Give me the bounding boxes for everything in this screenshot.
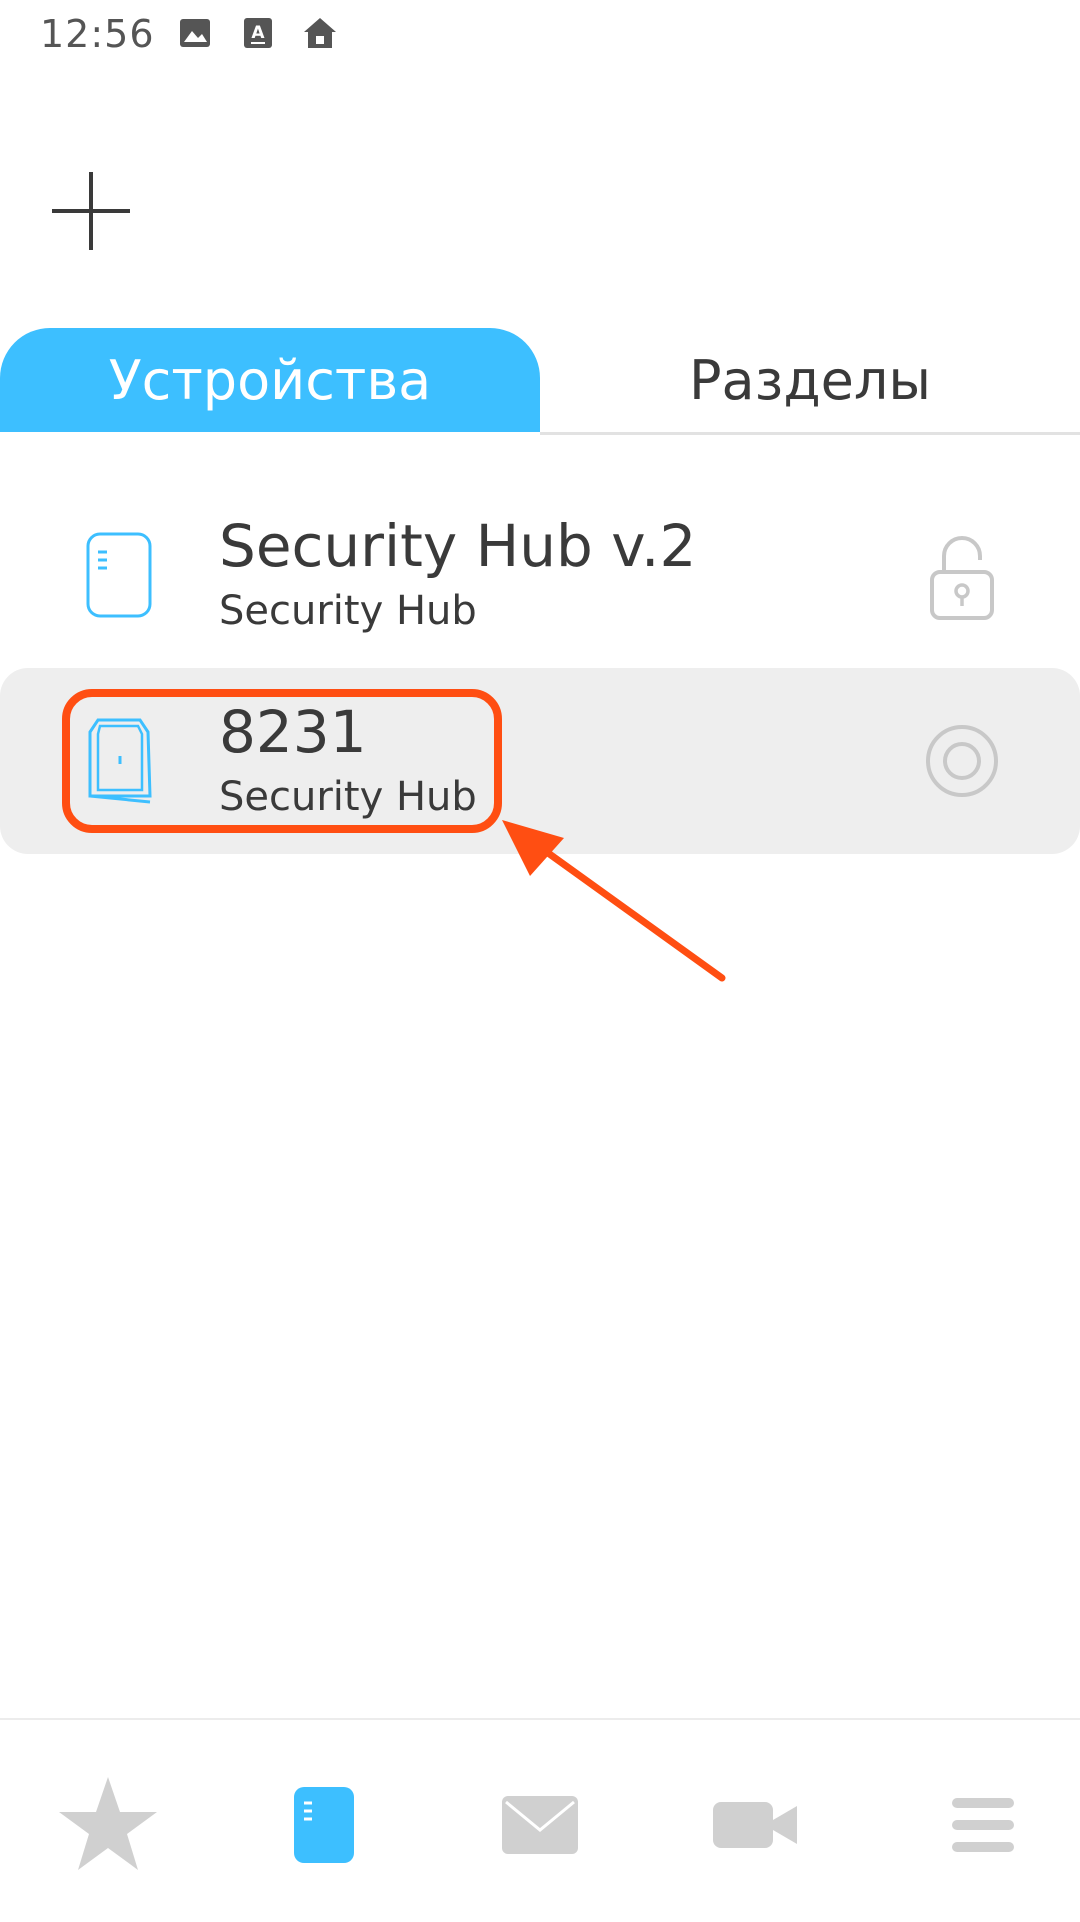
add-device-button[interactable] — [48, 168, 134, 254]
annotation-highlight-box — [62, 689, 502, 833]
tab-bar: Устройства Разделы — [0, 328, 1080, 435]
annotation-arrow-icon — [502, 820, 726, 982]
nav-devices[interactable] — [269, 1770, 379, 1880]
keyboard-a-icon: A — [242, 16, 274, 54]
tab-divider — [540, 432, 1080, 435]
svg-text:A: A — [251, 23, 265, 43]
camera-icon — [713, 1802, 797, 1848]
home-icon — [302, 16, 338, 54]
nav-favorites[interactable] — [53, 1770, 163, 1880]
tab-groups[interactable]: Разделы — [540, 328, 1080, 432]
device-name: Security Hub v.2 — [219, 512, 697, 580]
status-time: 12:56 — [40, 12, 155, 56]
image-icon — [178, 16, 212, 54]
nav-notifications[interactable] — [485, 1770, 595, 1880]
star-icon — [59, 1777, 157, 1870]
tab-devices[interactable]: Устройства — [0, 328, 540, 432]
nav-cameras[interactable] — [700, 1770, 810, 1880]
status-bar: 12:56 A — [0, 0, 1080, 70]
device-icon — [294, 1787, 354, 1863]
hub-icon — [86, 532, 152, 618]
plus-icon — [52, 172, 130, 250]
nav-menu[interactable] — [928, 1770, 1038, 1880]
device-row[interactable]: Security Hub v.2 Security Hub — [0, 482, 1080, 668]
ring-icon[interactable] — [918, 714, 1006, 808]
unlock-icon[interactable] — [918, 528, 1006, 622]
menu-icon — [952, 1798, 1014, 1852]
bottom-nav — [0, 1718, 1080, 1922]
device-type: Security Hub — [219, 588, 477, 634]
mail-icon — [502, 1796, 578, 1854]
